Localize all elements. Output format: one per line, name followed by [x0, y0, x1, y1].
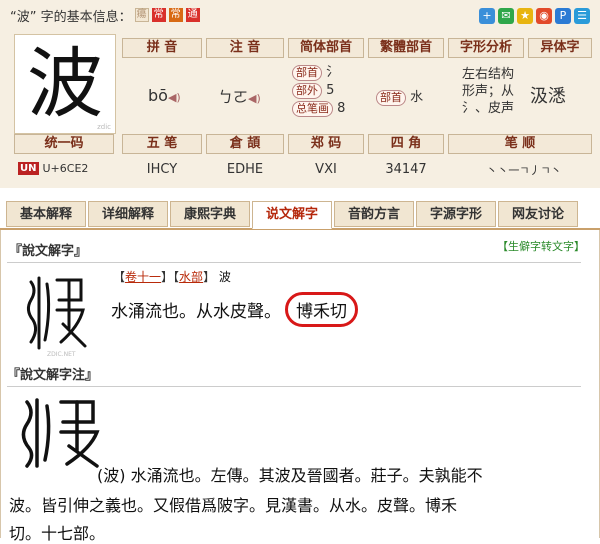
- stroke-order-header: 笔 顺: [448, 134, 592, 154]
- shuowen-definition: 水涌流也。从水皮聲。 博禾切: [111, 292, 358, 327]
- wubi-header: 五 笔: [122, 134, 202, 154]
- trad-bushou-value: 水: [410, 90, 424, 105]
- tencent-weibo-share-icon[interactable]: ☰: [574, 8, 590, 24]
- convert-link-text[interactable]: 【生僻字转文字】: [497, 240, 585, 253]
- big-character: 波: [27, 39, 103, 128]
- speaker-icon-zhuyin[interactable]: ◀): [248, 92, 261, 105]
- pengyou-share-icon[interactable]: P: [555, 8, 571, 24]
- cangjie-header: 倉 頡: [206, 134, 284, 154]
- convert-link[interactable]: 【生僻字转文字】: [497, 238, 585, 254]
- tag-common[interactable]: 常: [151, 8, 166, 22]
- sijiao-value: 34147: [385, 162, 427, 177]
- content-area: 『說文解字』 【生僻字转文字】 ZDIC.NET 【卷十一】【水部】 波 水涌流…: [0, 230, 600, 543]
- pinyin-value: bō◀): [148, 86, 181, 105]
- zongbihua-label: 总笔画: [292, 101, 333, 117]
- wechat-share-icon[interactable]: ✉: [498, 8, 514, 24]
- tab-bar: 基本解释 详细解释 康熙字典 说文解字 音韵方言 字源字形 网友讨论: [0, 198, 600, 230]
- shuowen-meta: 【卷十一】【水部】 波: [113, 270, 231, 284]
- tab-shuowen[interactable]: 说文解字: [252, 201, 332, 229]
- variant-header: 异体字: [528, 38, 592, 58]
- buwai-value: 5: [326, 83, 335, 98]
- tag-common-2[interactable]: 常: [168, 8, 183, 22]
- stroke-order-value: 丶丶一ㄱ丿ㄱ丶: [486, 164, 562, 177]
- definition-circled: 博禾切: [296, 302, 347, 322]
- unicode-code: U+6CE2: [42, 162, 89, 175]
- bushou-label: 部首: [292, 65, 322, 81]
- zhu-line-1: (波) 水涌流也。左傳。其波及晉國者。莊子。夫孰能不: [97, 466, 483, 485]
- buwai-label: 部外: [292, 83, 322, 99]
- simplified-radical-header: 简体部首: [288, 38, 364, 58]
- structure-value: 左右结构 形声；从 氵、皮声: [461, 67, 514, 116]
- tab-yinyun[interactable]: 音韵方言: [334, 201, 414, 227]
- juan-link[interactable]: 卷十一: [125, 270, 161, 284]
- wubi-value: IHCY: [146, 162, 178, 177]
- definition-main: 水涌流也。从水皮聲。: [111, 302, 281, 322]
- seal-script-image-2: [17, 394, 107, 470]
- divider-1: [7, 262, 581, 263]
- zongbihua-value: 8: [337, 101, 346, 116]
- divider-2: [7, 386, 581, 387]
- variant-value[interactable]: 汲㴽: [530, 82, 566, 108]
- shuowen-title: 『說文解字』: [9, 244, 88, 259]
- zhu-line-3: 切。十七部。: [9, 524, 106, 543]
- bushou-value: 氵: [326, 65, 340, 80]
- cangjie-value: EDHE: [226, 162, 264, 177]
- zhuyin-text: ㄅㄛ: [218, 88, 249, 106]
- zhengma-header: 郑 码: [288, 134, 364, 154]
- share-bar: + ✉ ★ ◉ P ☰: [479, 8, 590, 24]
- title-bar: “波” 字的基本信息： 瘍 常 常 通: [10, 6, 200, 25]
- tab-basic[interactable]: 基本解释: [6, 201, 86, 227]
- structure-header: 字形分析: [448, 38, 524, 58]
- zhu-line-2: 波。皆引伸之義也。又假借爲陂字。見漢書。从水。皮聲。博禾: [9, 496, 458, 515]
- speaker-icon[interactable]: ◀): [168, 91, 181, 104]
- character-info-panel: “波” 字的基本信息： 瘍 常 常 通 + ✉ ★ ◉ P ☰ 波 zdic 拼…: [0, 0, 600, 188]
- sijiao-header: 四 角: [368, 134, 444, 154]
- traditional-radical-values: 部首 水: [376, 86, 423, 106]
- unicode-logo: UN: [18, 162, 39, 175]
- pinyin-text: bō: [148, 86, 168, 105]
- tab-ziyuan[interactable]: 字源字形: [416, 201, 496, 227]
- plus-share-icon[interactable]: +: [479, 8, 495, 24]
- zhuyin-value: ㄅㄛ◀): [218, 86, 261, 107]
- zhengma-value: VXI: [315, 162, 337, 177]
- weibo-share-icon[interactable]: ◉: [536, 8, 552, 24]
- traditional-radical-header: 繁體部首: [368, 38, 444, 58]
- tab-detailed[interactable]: 详细解释: [88, 201, 168, 227]
- seal-watermark: ZDIC.NET: [47, 351, 76, 358]
- big-character-box: 波 zdic: [14, 34, 116, 134]
- unicode-value: UN U+6CE2: [18, 162, 88, 175]
- tag-rare[interactable]: 瘍: [134, 8, 149, 22]
- tag-general[interactable]: 通: [185, 8, 200, 22]
- watermark: zdic: [97, 123, 111, 131]
- pinyin-header: 拼 音: [122, 38, 202, 58]
- shuowen-char: 波: [218, 270, 231, 284]
- bu-link[interactable]: 水部: [179, 270, 203, 284]
- qzone-share-icon[interactable]: ★: [517, 8, 533, 24]
- title-text: “波” 字的基本信息：: [10, 9, 132, 25]
- zhuyin-header: 注 音: [206, 38, 284, 58]
- shuowen-zhu-title: 『說文解字注』: [7, 368, 99, 383]
- circled-fanqie: 博禾切: [285, 292, 358, 327]
- simplified-radical-values: 部首 氵 部外 5 总笔画 8: [292, 64, 345, 118]
- seal-script-image: ZDIC.NET: [21, 270, 91, 360]
- trad-bushou-label: 部首: [376, 90, 406, 106]
- tab-kangxi[interactable]: 康熙字典: [170, 201, 250, 227]
- tab-discussion[interactable]: 网友讨论: [498, 201, 578, 227]
- unicode-header: 统一码: [14, 134, 114, 154]
